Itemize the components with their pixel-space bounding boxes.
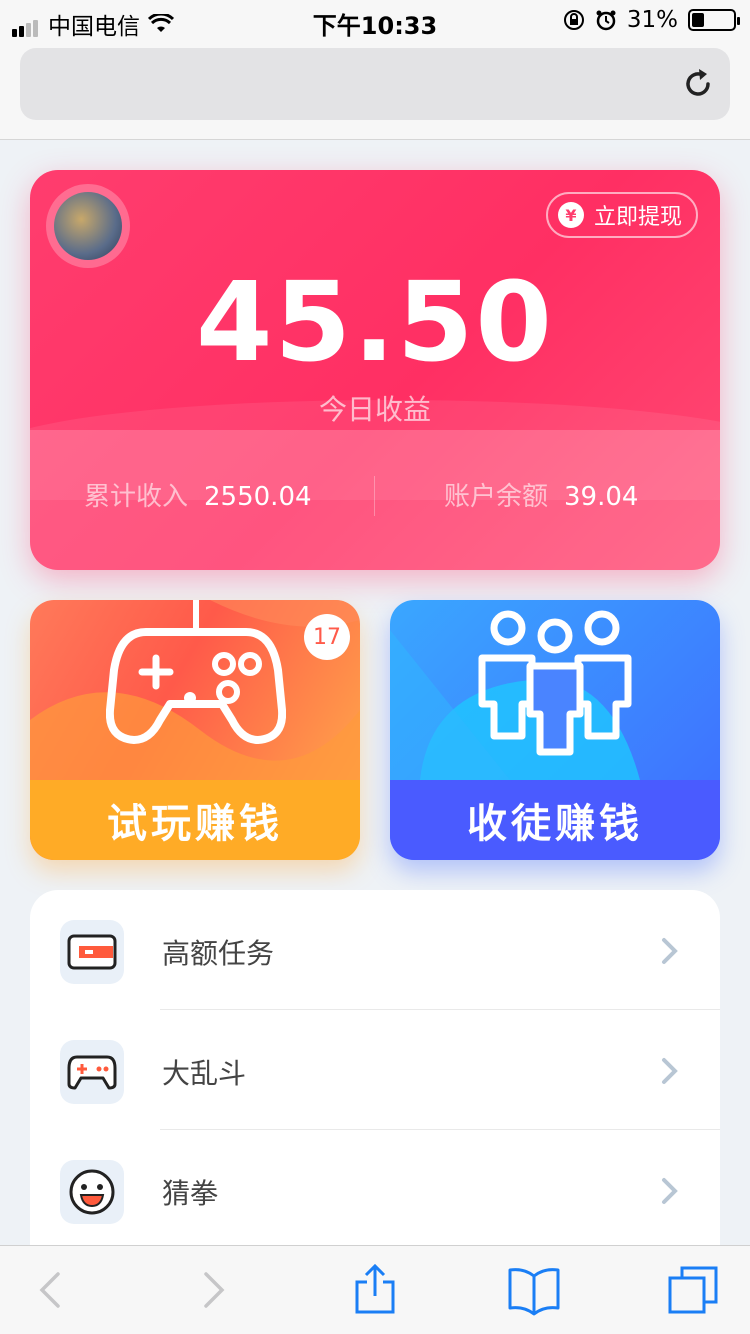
avatar[interactable] — [54, 192, 122, 260]
recruit-label: 收徒赚钱 — [390, 780, 720, 860]
trial-play-tile[interactable]: 17 试玩赚钱 — [30, 600, 360, 860]
yen-icon: ¥ — [557, 202, 584, 228]
stat-divider — [374, 476, 375, 516]
battery-percent: 31% — [626, 7, 678, 33]
recruit-tile[interactable]: 收徒赚钱 — [390, 600, 720, 860]
balance-label: 账户余额 — [444, 482, 549, 512]
menu-item-high-reward-tasks[interactable]: 高额任务 — [30, 890, 720, 1010]
card-icon — [60, 920, 124, 984]
gamepad-icon — [106, 600, 286, 744]
chevron-right-icon — [662, 1178, 678, 1204]
status-bar: 中国电信 下午10:33 31% — [0, 0, 750, 40]
menu-item-label: 大乱斗 — [162, 1057, 247, 1090]
chevron-right-icon — [662, 1058, 678, 1084]
withdraw-label: 立即提现 — [593, 205, 682, 230]
people-icon — [478, 610, 632, 756]
tabs-icon[interactable] — [668, 1264, 720, 1316]
today-amount: 45.50 — [196, 258, 554, 386]
menu-item-label: 高额任务 — [162, 937, 275, 970]
total-income-label: 累计收入 — [84, 482, 189, 512]
address-field[interactable] — [20, 48, 730, 120]
forward-icon[interactable] — [186, 1264, 238, 1316]
battery-icon — [688, 9, 740, 31]
alarm-icon — [596, 10, 616, 31]
trial-play-badge: 17 — [304, 614, 350, 660]
chevron-right-icon — [662, 938, 678, 964]
today-label: 今日收益 — [318, 393, 431, 426]
rotation-lock-icon — [563, 10, 584, 30]
bookmarks-icon[interactable] — [508, 1264, 560, 1316]
share-icon[interactable] — [349, 1264, 401, 1316]
menu-item-rock-paper-scissors[interactable]: 猜拳 — [30, 1130, 720, 1250]
avatar-ring[interactable] — [46, 184, 130, 268]
back-icon[interactable] — [26, 1264, 78, 1316]
withdraw-button[interactable]: ¥ 立即提现 — [545, 192, 698, 238]
smiley-icon — [60, 1160, 124, 1224]
trial-play-label: 试玩赚钱 — [30, 780, 360, 860]
menu-item-label: 猜拳 — [162, 1177, 219, 1210]
browser-toolbar — [0, 1245, 750, 1334]
browser-url-bar — [0, 40, 750, 140]
reload-icon[interactable] — [680, 66, 716, 102]
balance-value: 39.04 — [564, 482, 639, 512]
account-balance: 账户余额 39.04 — [444, 476, 638, 513]
menu-item-brawl[interactable]: 大乱斗 — [30, 1010, 720, 1130]
gamepad-icon — [60, 1040, 124, 1104]
total-income-value: 2550.04 — [204, 482, 312, 512]
earnings-card: ¥ 立即提现 45.50 今日收益 累计收入 2550.04 账户余额 39.04 — [30, 170, 720, 570]
total-income: 累计收入 2550.04 — [84, 476, 312, 513]
